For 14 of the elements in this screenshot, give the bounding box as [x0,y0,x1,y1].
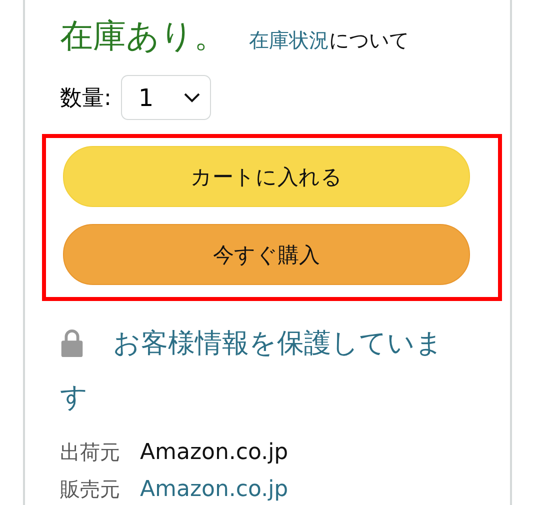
stock-info-link[interactable]: 在庫状況 [249,28,329,52]
seller-link[interactable]: Amazon.co.jp [140,477,288,502]
stock-info-text: 在庫状況について [249,27,409,54]
caret-icon [184,92,200,102]
add-to-cart-button[interactable]: カートに入れる [63,146,470,207]
quantity-label: 数量: [60,84,112,112]
lock-icon [60,329,84,358]
buy-now-button[interactable]: 今すぐ購入 [63,224,470,285]
secure-transaction-link[interactable]: お客様情報を保護しています [60,317,455,425]
detail-label: 出荷元 [60,439,120,466]
detail-label: 販売元 [60,476,120,503]
detail-value: Amazon.co.jp [140,440,288,465]
quantity-select[interactable]: 1 [121,75,212,120]
stock-status: 在庫あり。 [60,15,227,57]
